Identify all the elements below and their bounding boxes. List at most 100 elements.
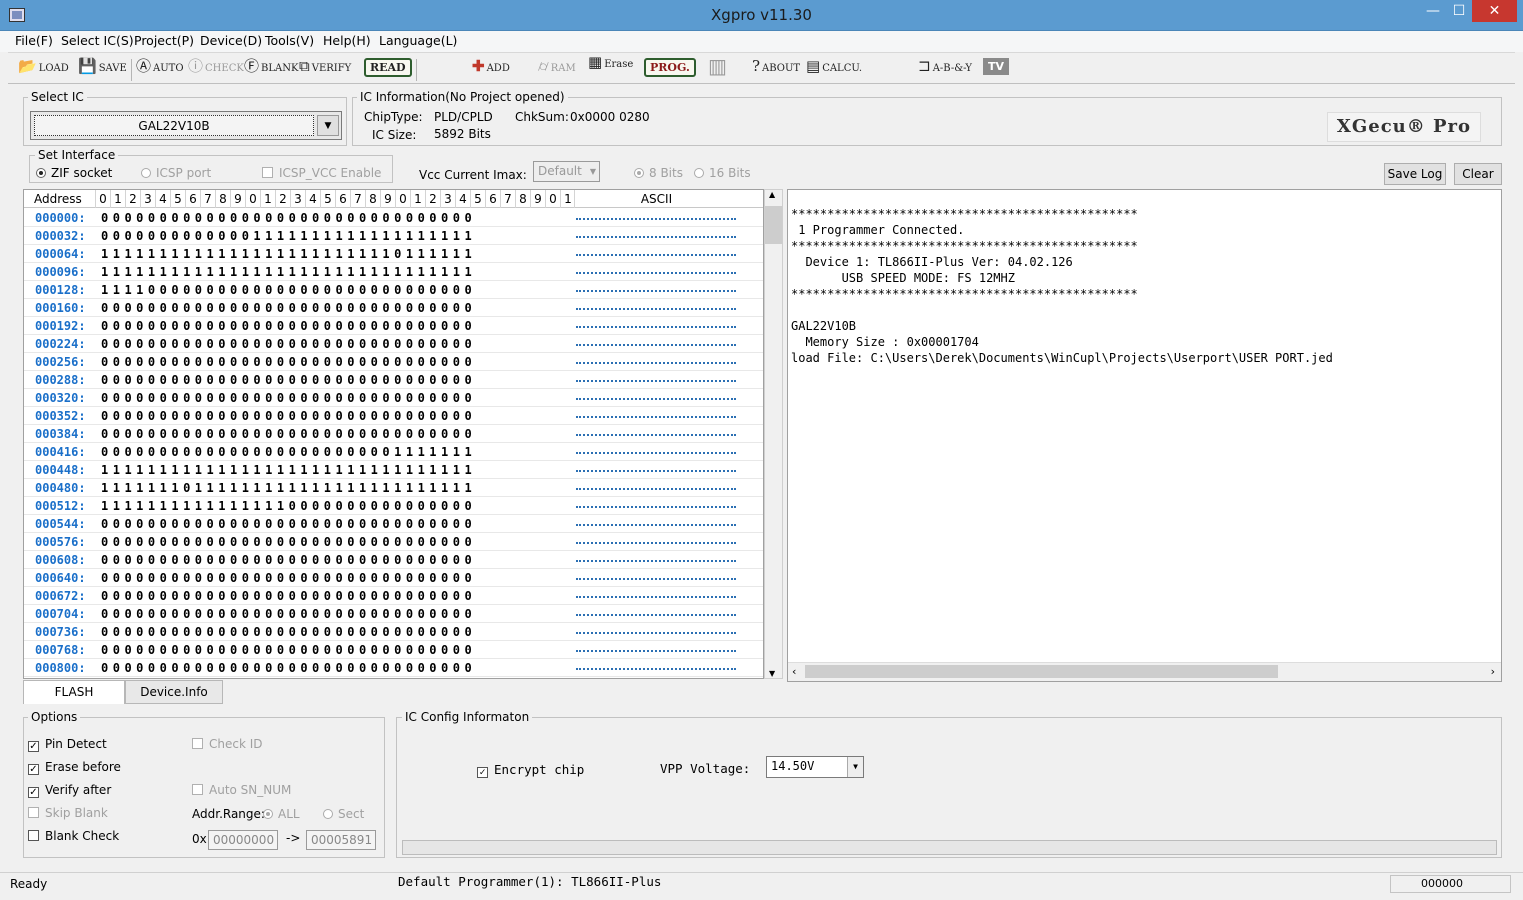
load-button[interactable]: 📂 LOAD [18,59,69,75]
addr-all-radio[interactable]: ALL [263,807,300,821]
icsp-vcc-checkbox[interactable]: ICSP_VCC Enable [262,166,381,180]
logic-test-button[interactable]: ⊐ A-B-&-Y [918,59,972,75]
table-row[interactable]: 000096: 11111111111111111111111111111111 [24,263,763,281]
menu-tools[interactable]: Tools(V) [265,33,314,48]
menu-help[interactable]: Help(H) [323,33,371,48]
icsp-port-radio[interactable]: ICSP port [141,166,211,180]
table-row[interactable]: 000480: 11111110111111111111111111111111 [24,479,763,497]
tab-flash[interactable]: FLASH [23,680,125,704]
row-ascii [576,398,736,400]
table-row[interactable]: 000032: 00000000000001111111111111111111 [24,227,763,245]
table-row[interactable]: 000672: 00000000000000000000000000000000 [24,587,763,605]
check-id-checkbox[interactable]: Check ID [192,737,263,751]
minimize-button[interactable]: — [1420,0,1446,22]
table-row[interactable]: 000000: 00000000000000000000000000000000 [24,209,763,227]
table-row[interactable]: 000256: 00000000000000000000000000000000 [24,353,763,371]
verify-button[interactable]: ⧉ VERIFY [299,59,351,75]
row-bits: 00000000000000000000000000000000 [101,553,477,567]
scroll-right-icon[interactable]: › [1491,665,1495,678]
save-log-button[interactable]: Save Log [1384,163,1446,185]
menu-language[interactable]: Language(L) [379,33,457,48]
tab-device-info[interactable]: Device.Info [125,680,223,704]
erase-before-checkbox[interactable]: ✓ Erase before [28,760,121,775]
log-scroll-thumb[interactable] [805,665,1278,678]
zif-socket-radio[interactable]: ZIF socket [36,166,112,180]
table-row[interactable]: 000192: 00000000000000000000000000000000 [24,317,763,335]
tv-button[interactable]: TV [983,58,1010,75]
auto-button[interactable]: Ⓐ AUTO [136,59,184,75]
auto-sn-checkbox[interactable]: Auto SN_NUM [192,783,291,797]
close-button[interactable]: ✕ [1472,0,1517,22]
table-row[interactable]: 000704: 00000000000000000000000000000000 [24,605,763,623]
grid-vertical-scrollbar[interactable]: ▲ ▼ [764,189,783,679]
encrypt-chip-checkbox[interactable]: ✓ Encrypt chip [477,762,584,778]
chevron-down-icon[interactable]: ▼ [317,115,339,136]
blank-button[interactable]: Ⓕ BLANK [244,57,298,75]
chip-button[interactable]: ▥ [708,56,727,76]
table-row[interactable]: 000224: 00000000000000000000000000000000 [24,335,763,353]
skip-blank-checkbox[interactable]: Skip Blank [28,806,108,820]
table-row[interactable]: 000512: 11111111111111110000000000000000 [24,497,763,515]
table-row[interactable]: 000768: 00000000000000000000000000000000 [24,641,763,659]
log-output[interactable]: ****************************************… [787,189,1502,682]
table-row[interactable]: 000064: 11111111111111111111111110111111 [24,245,763,263]
table-row[interactable]: 000384: 00000000000000000000000000000000 [24,425,763,443]
row-ascii [576,614,736,616]
scroll-down-icon[interactable]: ▼ [769,669,775,678]
menu-select-ic[interactable]: Select IC(S) [61,33,134,48]
row-ascii [576,308,736,310]
grid-scroll-thumb[interactable] [765,206,782,244]
erase-button[interactable]: ▦ Erase [588,55,633,71]
table-row[interactable]: 000576: 00000000000000000000000000000000 [24,533,763,551]
row-ascii [576,524,736,526]
log-line: ****************************************… [791,239,1138,253]
row-address: 000384: [35,427,86,441]
row-ascii [576,560,736,562]
table-row[interactable]: 000736: 00000000000000000000000000000000 [24,623,763,641]
addr-sect-radio[interactable]: Sect [323,807,364,821]
checkbox-icon [192,738,203,749]
buffer-grid[interactable]: Address ASCII 01234567890123456789012345… [23,189,764,679]
pin-detect-checkbox[interactable]: ✓ Pin Detect [28,737,107,752]
grid-column-header: 7 [350,190,365,208]
ic-select-combo[interactable]: GAL22V10B ▼ [30,111,342,140]
save-button[interactable]: 💾 SAVE [78,59,127,75]
table-row[interactable]: 000160: 00000000000000000000000000000000 [24,299,763,317]
row-bits: 00000000000000000000000000000000 [101,607,477,621]
ram-button[interactable]: ⌭ RAM [538,59,576,75]
read-button[interactable]: READ [364,58,412,77]
bits8-radio[interactable]: 8 Bits [634,166,683,180]
addr-start-field[interactable]: 00000000 [208,830,278,850]
table-row[interactable]: 000800: 00000000000000000000000000000000 [24,659,763,677]
scroll-up-icon[interactable]: ▲ [769,190,775,199]
check-button[interactable]: ⓘ CHECK [188,59,244,75]
table-row[interactable]: 000288: 00000000000000000000000000000000 [24,371,763,389]
table-row[interactable]: 000640: 00000000000000000000000000000000 [24,569,763,587]
addr-end-field[interactable]: 00005891 [306,830,376,850]
menu-file[interactable]: File(F) [15,33,53,48]
table-row[interactable]: 000608: 00000000000000000000000000000000 [24,551,763,569]
blank-check-icon: Ⓕ [244,57,260,75]
vpp-voltage-select[interactable]: 14.50V ▼ [766,756,864,778]
maximize-button[interactable]: ☐ [1446,0,1472,22]
bits16-radio[interactable]: 16 Bits [694,166,751,180]
menu-device[interactable]: Device(D) [200,33,262,48]
about-button[interactable]: ? ABOUT [752,59,800,75]
table-row[interactable]: 000416: 00000000000000000000000001111111 [24,443,763,461]
table-row[interactable]: 000544: 00000000000000000000000000000000 [24,515,763,533]
table-row[interactable]: 000352: 00000000000000000000000000000000 [24,407,763,425]
table-row[interactable]: 000128: 11110000000000000000000000000000 [24,281,763,299]
scroll-left-icon[interactable]: ‹ [792,665,796,678]
log-line: GAL22V10B [791,319,857,333]
table-row[interactable]: 000320: 00000000000000000000000000000000 [24,389,763,407]
clear-log-button[interactable]: Clear [1454,163,1502,185]
calcu-button[interactable]: ▤ CALCU. [806,59,862,75]
blank-check-checkbox[interactable]: Blank Check [28,829,119,843]
vcc-current-select[interactable]: Default ▼ [533,161,600,182]
table-row[interactable]: 000448: 11111111111111111111111111111111 [24,461,763,479]
menu-project[interactable]: Project(P) [134,33,194,48]
prog-button[interactable]: PROG. [644,58,696,77]
row-ascii [576,632,736,634]
add-button[interactable]: ✚ ADD [472,59,510,75]
verify-after-checkbox[interactable]: ✓ Verify after [28,783,111,798]
